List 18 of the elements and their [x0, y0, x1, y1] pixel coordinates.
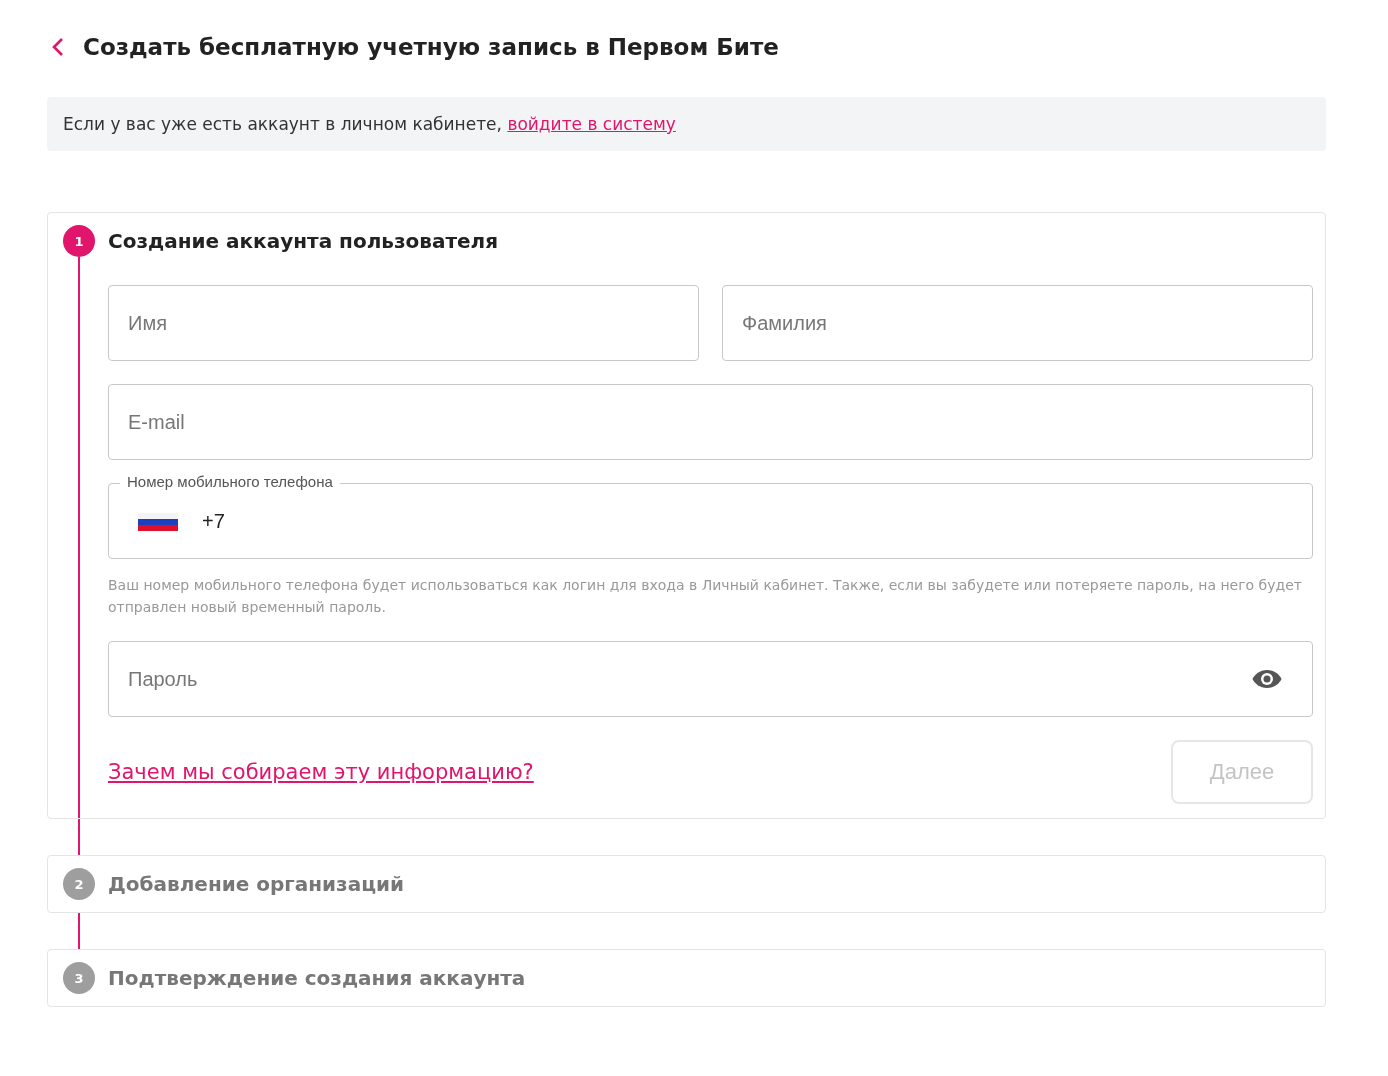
eye-icon[interactable] [1251, 668, 1283, 690]
step-number: 3 [63, 962, 95, 994]
text-field[interactable]: Фамилия [722, 285, 1313, 361]
text-field[interactable]: E-mail [108, 384, 1313, 460]
step-number: 1 [63, 225, 95, 257]
step-title[interactable]: Создание аккаунта пользователя [108, 225, 1313, 257]
step-number: 2 [63, 868, 95, 900]
why-link[interactable]: Зачем мы собираем эту информацию? [108, 760, 534, 784]
field-label: Номер мобильного телефона [120, 473, 340, 490]
russian-flag-icon [138, 513, 178, 531]
login-link[interactable]: войдите в систему [507, 114, 676, 134]
step-title[interactable]: Добавление организаций [108, 868, 1313, 900]
step-title[interactable]: Подтверждение создания аккаунта [108, 962, 1313, 994]
text-field[interactable]: Имя [108, 285, 699, 361]
password-field[interactable]: Пароль [108, 641, 1313, 717]
page-title: Создать бесплатную учетную запись в Первом Бите [83, 34, 779, 60]
hint-text: Ваш номер мобильного телефона будет использоваться как логин для входа в Личный кабинет. Также, если вы забудете или потеряете пароль, на него будет отправлен новый временный пароль. [108, 576, 1303, 617]
info-text: Если у вас уже есть аккаунт в личном кабинете, войдите в систему [63, 114, 676, 134]
